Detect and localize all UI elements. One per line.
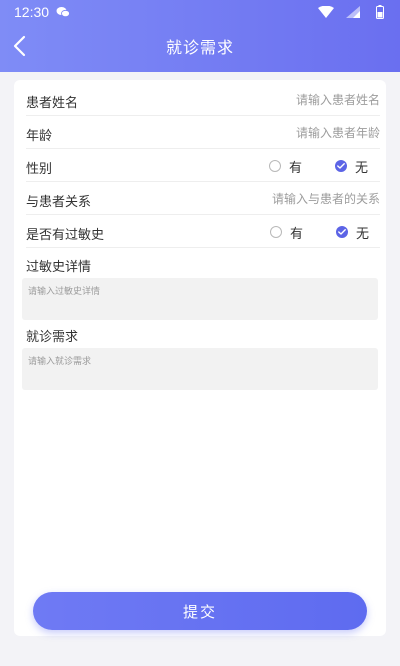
allergy-detail-label: 过敏史详情: [26, 260, 92, 275]
form-card: 患者姓名 年龄 性别 有 无 与患者关系 是否有过敏史 有: [14, 80, 386, 636]
submit-button[interactable]: 提交: [33, 592, 367, 630]
patient-name-input[interactable]: [210, 90, 380, 110]
allergy-detail-textarea[interactable]: [22, 278, 378, 320]
gender-option-no[interactable]: 无: [335, 158, 369, 176]
status-time: 12:30: [14, 4, 50, 20]
relation-row: 与患者关系: [26, 183, 380, 215]
status-bar: 12:30: [0, 0, 400, 24]
patient-name-row: 患者姓名: [26, 84, 380, 116]
gender-row: 性别 有 无: [26, 150, 380, 182]
relation-input[interactable]: [210, 189, 380, 209]
gender-option-yes-label: 有: [289, 160, 303, 176]
radio-checked-icon: [335, 160, 347, 172]
age-label: 年龄: [26, 129, 53, 144]
header-bar: 12:30 就诊需求: [0, 0, 400, 72]
gender-label: 性别: [26, 162, 53, 177]
radio-unchecked-icon: [270, 226, 282, 238]
signal-icon: [346, 6, 360, 18]
age-row: 年龄: [26, 117, 380, 149]
allergy-option-yes[interactable]: 有: [270, 224, 304, 242]
gender-option-yes[interactable]: 有: [269, 158, 303, 176]
radio-unchecked-icon: [269, 160, 281, 172]
allergy-option-no-label: 无: [356, 226, 370, 242]
age-input[interactable]: [210, 123, 380, 143]
allergy-row: 是否有过敏史 有 无: [26, 216, 380, 248]
visit-need-textarea[interactable]: [22, 348, 378, 390]
wechat-icon: [56, 7, 70, 18]
page-title: 就诊需求: [165, 38, 234, 57]
allergy-option-yes-label: 有: [290, 226, 304, 242]
visit-need-label: 就诊需求: [26, 330, 79, 345]
allergy-label: 是否有过敏史: [26, 228, 105, 243]
patient-name-label: 患者姓名: [26, 96, 79, 111]
wifi-icon: [318, 6, 334, 18]
battery-icon: [376, 5, 384, 19]
relation-label: 与患者关系: [26, 195, 92, 210]
gender-option-no-label: 无: [355, 160, 369, 176]
allergy-option-no[interactable]: 无: [336, 224, 370, 242]
radio-checked-icon: [336, 226, 348, 238]
